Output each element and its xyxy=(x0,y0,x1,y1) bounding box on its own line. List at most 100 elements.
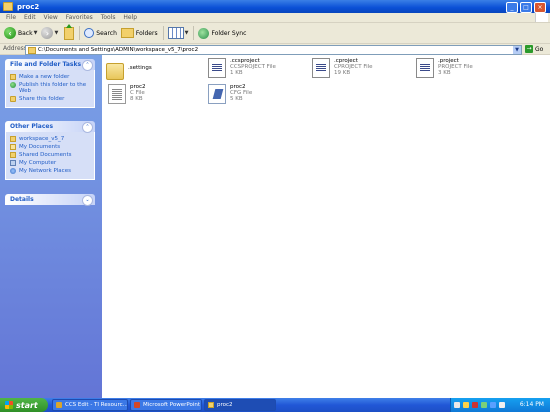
address-bar: Address C:\Documents and Settings\ADMIN\… xyxy=(0,44,550,55)
tray-icon[interactable] xyxy=(454,402,460,408)
address-input[interactable]: C:\Documents and Settings\ADMIN\workspac… xyxy=(25,45,522,55)
toolbar-divider xyxy=(162,26,164,40)
network-icon xyxy=(10,168,16,174)
place-label: My Network Places xyxy=(19,168,71,174)
tray-icon[interactable] xyxy=(490,402,496,408)
system-tray: 6:14 PM xyxy=(450,398,550,412)
folder-sync-label: Folder Sync xyxy=(211,29,247,37)
collapse-icon[interactable]: ⌃ xyxy=(82,122,93,133)
collapse-icon[interactable]: ⌃ xyxy=(82,60,93,71)
place-my-computer-link[interactable]: My Computer xyxy=(10,160,90,166)
window-title: proc2 xyxy=(17,2,40,11)
panel-header[interactable]: Other Places ⌃ xyxy=(5,121,95,133)
tray-icon[interactable] xyxy=(481,402,487,408)
go-button[interactable]: → Go xyxy=(525,45,543,53)
start-label: start xyxy=(16,400,38,410)
file-size: 1 KB xyxy=(230,70,243,76)
panel-body: Make a new folder Publish this folder to… xyxy=(5,70,95,108)
folder-icon xyxy=(208,402,214,408)
details-panel: Details ⌄ xyxy=(5,194,95,206)
panel-header[interactable]: Details ⌄ xyxy=(5,194,95,206)
go-label: Go xyxy=(535,45,544,53)
task-pane: File and Folder Tasks ⌃ Make a new folde… xyxy=(0,55,102,398)
file-size: 19 KB xyxy=(334,70,351,76)
taskbar-button-proc2[interactable]: proc2 xyxy=(204,399,276,411)
shared-folder-icon xyxy=(10,152,16,158)
file-list-view: .settings .ccsproject CCSPROJECT File 1 … xyxy=(102,55,550,398)
menu-edit[interactable]: Edit xyxy=(24,13,36,22)
document-icon xyxy=(208,58,226,78)
document-icon xyxy=(416,58,434,78)
menu-help[interactable]: Help xyxy=(123,13,137,22)
sync-icon xyxy=(198,27,210,39)
views-button[interactable]: ▼ xyxy=(167,27,189,39)
place-network-link[interactable]: My Network Places xyxy=(10,168,90,174)
place-shared-documents-link[interactable]: Shared Documents xyxy=(10,152,90,158)
up-folder-icon[interactable] xyxy=(64,23,75,40)
share-folder-link[interactable]: Share this folder xyxy=(10,96,90,102)
taskbar-button-powerpoint[interactable]: Microsoft PowerPoint ... xyxy=(130,399,202,411)
place-label: workspace_v5_7 xyxy=(19,136,65,142)
chevron-down-icon[interactable]: ▼ xyxy=(513,46,521,54)
toolbar-divider xyxy=(193,26,195,40)
folders-label: Folders xyxy=(135,29,158,37)
back-button[interactable]: ‹ Back ▼ xyxy=(4,27,37,39)
window-controls: _ □ × xyxy=(506,2,546,13)
make-new-folder-link[interactable]: Make a new folder xyxy=(10,74,90,80)
file-item-cproject[interactable]: .cproject CPROJECT File 19 KB xyxy=(312,58,373,78)
folders-icon xyxy=(120,28,134,38)
publish-folder-link[interactable]: Publish this folder to the Web xyxy=(10,82,90,94)
search-icon xyxy=(84,28,95,38)
file-item-proc2-cfg[interactable]: proc2 CFG File 5 KB xyxy=(208,84,252,104)
start-button[interactable]: start xyxy=(0,398,48,412)
chevron-down-icon[interactable]: ▼ xyxy=(185,30,189,36)
place-workspace-link[interactable]: workspace_v5_7 xyxy=(10,136,90,142)
maximize-button[interactable]: □ xyxy=(520,2,532,13)
file-meta: proc2 C File 8 KB xyxy=(130,84,146,102)
folder-icon xyxy=(10,136,16,142)
place-my-documents-link[interactable]: My Documents xyxy=(10,144,90,150)
search-button[interactable]: Search xyxy=(84,28,117,38)
computer-icon xyxy=(10,160,16,166)
windows-logo-icon xyxy=(535,13,548,22)
file-item-ccsproject[interactable]: .ccsproject CCSPROJECT File 1 KB xyxy=(208,58,276,78)
taskbar-button-ccs[interactable]: CCS Edit - TI Resourc... xyxy=(52,399,128,411)
file-meta: .cproject CPROJECT File 19 KB xyxy=(334,58,373,76)
place-label: Shared Documents xyxy=(19,152,72,158)
chevron-down-icon[interactable]: ▼ xyxy=(54,30,58,36)
search-label: Search xyxy=(96,29,117,37)
file-item-settings[interactable]: .settings xyxy=(106,60,152,80)
tray-icon[interactable] xyxy=(463,402,469,408)
menu-file[interactable]: File xyxy=(6,13,16,22)
taskbar-button-label: CCS Edit - TI Resourc... xyxy=(65,402,127,408)
file-item-proc2-c[interactable]: proc2 C File 8 KB xyxy=(108,84,146,104)
tray-icon[interactable] xyxy=(472,402,478,408)
back-arrow-icon: ‹ xyxy=(4,27,16,39)
cfg-file-icon xyxy=(208,84,226,104)
task-label: Publish this folder to the Web xyxy=(19,82,87,94)
panel-title: File and Folder Tasks xyxy=(10,61,82,68)
taskbar: start CCS Edit - TI Resourc... Microsoft… xyxy=(0,398,550,412)
close-button[interactable]: × xyxy=(534,2,546,13)
volume-icon[interactable] xyxy=(499,402,505,408)
folder-sync-button[interactable]: Folder Sync xyxy=(198,27,247,39)
panel-header[interactable]: File and Folder Tasks ⌃ xyxy=(5,59,95,71)
forward-button[interactable]: › ▼ xyxy=(41,27,58,39)
menu-tools[interactable]: Tools xyxy=(101,13,116,22)
menu-view[interactable]: View xyxy=(44,13,58,22)
place-label: My Documents xyxy=(19,144,61,150)
file-item-project[interactable]: .project PROJECT File 3 KB xyxy=(416,58,473,78)
expand-icon[interactable]: ⌄ xyxy=(82,195,93,206)
folders-button[interactable]: Folders xyxy=(120,28,158,38)
address-label: Address xyxy=(3,45,27,52)
menu-favorites[interactable]: Favorites xyxy=(66,13,93,22)
file-folder-tasks-panel: File and Folder Tasks ⌃ Make a new folde… xyxy=(5,59,95,108)
other-places-panel: Other Places ⌃ workspace_v5_7 My Documen… xyxy=(5,121,95,180)
file-meta: .settings xyxy=(128,60,152,71)
task-label: Make a new folder xyxy=(19,74,70,80)
file-size: 5 KB xyxy=(230,96,243,102)
chevron-down-icon[interactable]: ▼ xyxy=(34,30,38,36)
minimize-button[interactable]: _ xyxy=(506,2,518,13)
taskbar-button-label: Microsoft PowerPoint ... xyxy=(143,402,201,408)
document-icon xyxy=(312,58,330,78)
